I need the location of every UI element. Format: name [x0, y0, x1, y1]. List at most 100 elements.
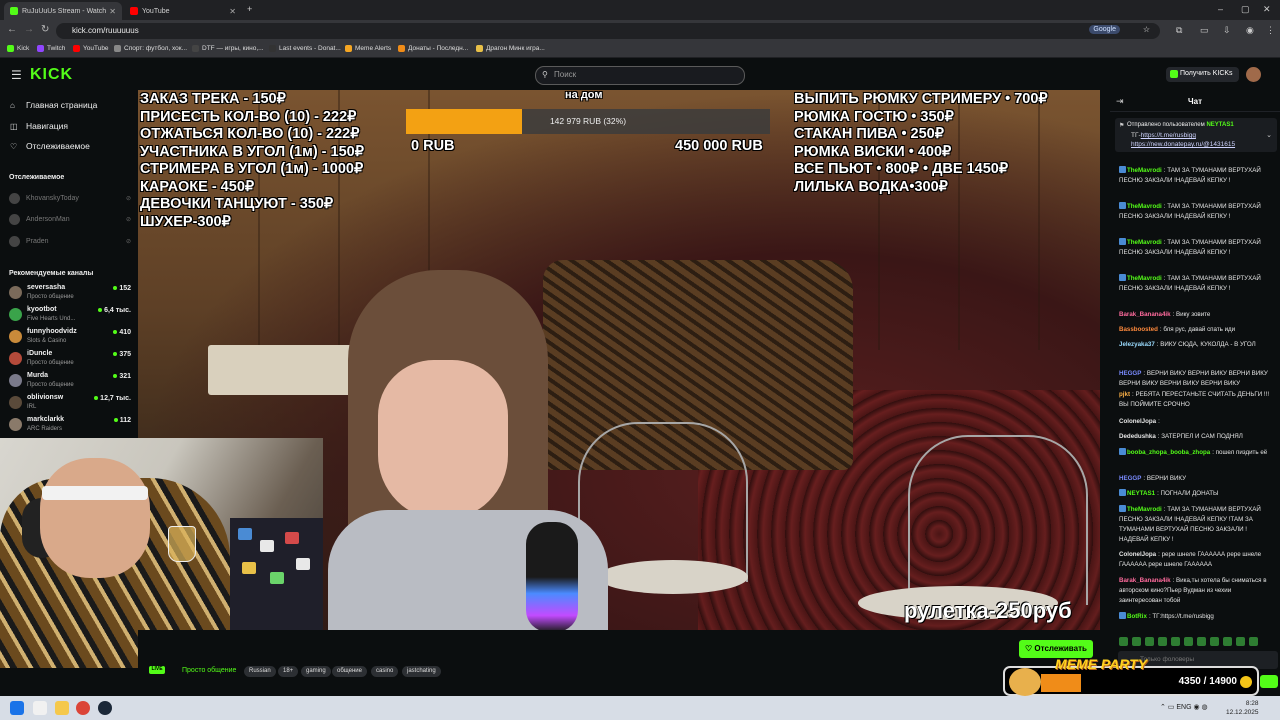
get-kicks-button[interactable]: Получить KICKs: [1166, 67, 1239, 82]
close-tab-icon[interactable]: ✕: [109, 7, 116, 16]
chat-username[interactable]: Bassboosted: [1119, 326, 1158, 333]
chat-message[interactable]: HEGGP: ВЕРНИ ВИКУ ВЕРНИ ВИКУ ВЕРНИ ВИКУ …: [1119, 369, 1271, 389]
tab-youtube[interactable]: YouTube ✕: [124, 2, 242, 20]
chat-username[interactable]: ColonelJopa: [1119, 551, 1156, 558]
recommended-channel[interactable]: kyootbot Five Hearts Und... 6,4 тыс.: [9, 305, 131, 326]
emote-icon[interactable]: [1210, 637, 1219, 646]
following-channel[interactable]: Praden ⊘: [9, 234, 131, 248]
chat-username[interactable]: HEGGP: [1119, 370, 1141, 377]
chat-username[interactable]: BotRix: [1127, 613, 1147, 620]
profile-icon[interactable]: ◉: [1246, 25, 1254, 36]
chat-username[interactable]: TheMavrodi: [1127, 239, 1162, 246]
download-icon[interactable]: ⇩: [1223, 25, 1231, 36]
bookmark-item[interactable]: YouTube: [73, 45, 109, 52]
emote-icon[interactable]: [1223, 637, 1232, 646]
hamburger-menu-icon[interactable]: ☰: [11, 68, 22, 82]
chat-username[interactable]: TheMavrodi: [1127, 506, 1162, 513]
chat-username[interactable]: TheMavrodi: [1127, 275, 1162, 282]
recommended-channel[interactable]: markclarkk ARC Raiders 112: [9, 415, 131, 436]
chat-message[interactable]: TheMavrodi: ТАМ ЗА ТУМАНАМИ ВЕРТУХАЙ ПЕС…: [1119, 274, 1271, 294]
bookmark-item[interactable]: Драгон Минк игра...: [476, 45, 545, 52]
new-tab-icon[interactable]: +: [247, 4, 252, 14]
recommended-channel[interactable]: oblivionsw IRL 12,7 тыс.: [9, 393, 131, 414]
back-icon[interactable]: ←: [7, 24, 17, 35]
steam-icon[interactable]: [98, 701, 112, 715]
emote-icon[interactable]: [1145, 637, 1154, 646]
emote-icon[interactable]: [1197, 637, 1206, 646]
recommended-channel[interactable]: Murda Просто общение 321: [9, 371, 131, 392]
stream-category-link[interactable]: Просто общение: [182, 667, 236, 674]
system-tray[interactable]: ⌃ ▭ ENG ◉ ◍: [1160, 703, 1208, 711]
tab-kick-stream[interactable]: RuJuUuUs Stream - Watch ✕: [4, 2, 122, 20]
yandex-icon[interactable]: [33, 701, 47, 715]
minimize-icon[interactable]: –: [1218, 4, 1223, 14]
emote-icon[interactable]: [1119, 637, 1128, 646]
chat-message[interactable]: TheMavrodi: ТАМ ЗА ТУМАНАМИ ВЕРТУХАЙ ПЕС…: [1119, 166, 1271, 186]
maximize-icon[interactable]: ▢: [1241, 4, 1250, 15]
chat-message[interactable]: TheMavrodi: ТАМ ЗА ТУМАНАМИ ВЕРТУХАЙ ПЕС…: [1119, 202, 1271, 222]
chrome-icon[interactable]: [76, 701, 90, 715]
search-input[interactable]: ⚲ Поиск: [535, 66, 745, 85]
pinned-message[interactable]: ⚑ Отправлено пользователем NEYTAS1 ТГ-ht…: [1115, 118, 1277, 152]
tag[interactable]: Russian: [244, 666, 276, 677]
tag[interactable]: 18+: [278, 666, 299, 677]
close-window-icon[interactable]: ✕: [1263, 4, 1271, 15]
url-input[interactable]: kick.com/ruuuuuus Google ☆: [56, 23, 1160, 39]
clock[interactable]: 8:28 12.12.2025: [1226, 699, 1259, 717]
windows-start-icon[interactable]: [10, 701, 24, 715]
kick-logo[interactable]: KICK: [30, 66, 73, 84]
sidebar-item-following[interactable]: ♡ Отслеживаемое: [10, 141, 90, 151]
tag[interactable]: gaming: [301, 666, 331, 677]
emote-icon[interactable]: [1249, 637, 1258, 646]
chat-username[interactable]: booba_zhopa_booba_zhopa: [1127, 449, 1210, 456]
bookmark-item[interactable]: Донаты - Последн...: [398, 45, 468, 52]
bookmark-item[interactable]: Twitch: [37, 45, 65, 52]
menu-dots-icon[interactable]: ⋮: [1266, 25, 1275, 36]
chat-message[interactable]: Dededushka: ЗАТЕРПЕЛ И САМ ПОДНЯЛ: [1119, 432, 1271, 442]
chat-message[interactable]: Jelezyaka37: ВИКУ СЮДА, КУКОЛДА - В УГОЛ: [1119, 340, 1271, 350]
bookmark-item[interactable]: DTF — игры, кино,...: [192, 45, 264, 52]
pinned-link[interactable]: https://new.donatepay.ru/@1431615: [1131, 141, 1235, 148]
chat-username[interactable]: NEYTAS1: [1127, 490, 1155, 497]
tag[interactable]: casino: [371, 666, 399, 677]
reload-icon[interactable]: ↻: [41, 24, 49, 35]
emote-icon[interactable]: [1171, 637, 1180, 646]
extensions-icon[interactable]: ⧉: [1176, 25, 1182, 36]
chat-username[interactable]: HEGGP: [1119, 475, 1141, 482]
chevron-down-icon[interactable]: ⌄: [1266, 131, 1272, 139]
emote-icon[interactable]: [1236, 637, 1245, 646]
sidepanel-icon[interactable]: ▭: [1200, 25, 1209, 36]
chat-username[interactable]: TheMavrodi: [1127, 167, 1162, 174]
following-channel[interactable]: KhovanskyToday ⊘: [9, 191, 131, 205]
chat-username[interactable]: Barak_Banana4ik: [1119, 577, 1171, 584]
chat-username[interactable]: pjkt: [1119, 391, 1130, 398]
bookmark-item[interactable]: Meme Alerts: [345, 45, 391, 52]
chat-message[interactable]: booba_zhopa_booba_zhopa: пошел пиздить е…: [1119, 448, 1271, 458]
chat-message[interactable]: Barak_Banana4ik: Вику зовите: [1119, 310, 1271, 320]
recommended-channel[interactable]: funnyhoodvidz Slots & Casino 410: [9, 327, 131, 348]
chat-message[interactable]: Bassboosted: бля рус, давай спать иди: [1119, 325, 1271, 335]
emote-icon[interactable]: [1184, 637, 1193, 646]
chat-message[interactable]: Barak_Banana4ik: Вика,ты хотела бы снима…: [1119, 576, 1271, 606]
forward-icon[interactable]: →: [24, 24, 34, 35]
bookmark-item[interactable]: Спорт: футбол, хок...: [114, 45, 187, 52]
file-explorer-icon[interactable]: [55, 701, 69, 715]
sidebar-item-browse[interactable]: ◫ Навигация: [10, 121, 68, 131]
chat-username[interactable]: Jelezyaka37: [1119, 341, 1155, 348]
chat-message[interactable]: BotRix: ТГ:https://t.me/rusbigg: [1119, 612, 1271, 622]
sidebar-item-home[interactable]: ⌂ Главная страница: [10, 100, 97, 110]
close-tab-icon[interactable]: ✕: [229, 7, 236, 16]
chat-message[interactable]: TheMavrodi: ТАМ ЗА ТУМАНАМИ ВЕРТУХАЙ ПЕС…: [1119, 238, 1271, 258]
chat-username[interactable]: ColonelJopa: [1119, 418, 1156, 425]
chat-username[interactable]: TheMavrodi: [1127, 203, 1162, 210]
chat-message[interactable]: NEYTAS1: ПОГНАЛИ ДОНАТЫ: [1119, 489, 1271, 499]
tag[interactable]: jastchating: [402, 666, 441, 677]
emote-icon[interactable]: [1158, 637, 1167, 646]
recommended-channel[interactable]: iDuncle Просто общение 375: [9, 349, 131, 370]
bookmark-star-icon[interactable]: ☆: [1143, 25, 1150, 34]
bookmark-item[interactable]: Last events - Donat...: [269, 45, 341, 52]
chat-send-button[interactable]: [1260, 675, 1278, 688]
bookmark-item[interactable]: Kick: [7, 45, 29, 52]
avatar[interactable]: [1246, 67, 1261, 82]
chat-message[interactable]: TheMavrodi: ТАМ ЗА ТУМАНАМИ ВЕРТУХАЙ ПЕС…: [1119, 505, 1271, 545]
